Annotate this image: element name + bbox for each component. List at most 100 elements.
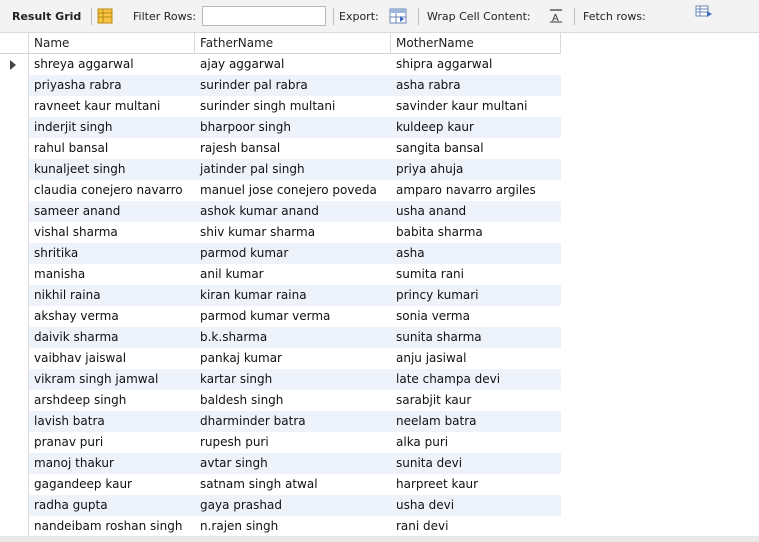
cell-name[interactable]: nikhil raina xyxy=(29,285,195,306)
row-selector[interactable] xyxy=(0,243,29,264)
table-row[interactable]: shreya aggarwal ajay aggarwal shipra aggar… xyxy=(0,54,561,75)
table-row[interactable]: nandeibam roshan singh n.rajen singh rani … xyxy=(0,516,561,537)
cell-mothername[interactable]: sonia verma xyxy=(391,306,561,327)
table-row[interactable]: kunaljeet singh jatinder pal singh priya a… xyxy=(0,159,561,180)
column-header-mothername[interactable]: MotherName xyxy=(391,33,561,54)
cell-mothername[interactable]: asha rabra xyxy=(391,75,561,96)
result-grid[interactable]: Name FatherName MotherName shreya aggarw… xyxy=(0,33,759,542)
cell-name[interactable]: akshay verma xyxy=(29,306,195,327)
row-selector[interactable] xyxy=(0,117,29,138)
cell-fathername[interactable]: surinder pal rabra xyxy=(195,75,391,96)
row-selector[interactable] xyxy=(0,306,29,327)
cell-name[interactable]: vishal sharma xyxy=(29,222,195,243)
row-selector[interactable] xyxy=(0,138,29,159)
row-selector[interactable] xyxy=(0,348,29,369)
cell-fathername[interactable]: bharpoor singh xyxy=(195,117,391,138)
cell-mothername[interactable]: alka puri xyxy=(391,432,561,453)
cell-name[interactable]: kunaljeet singh xyxy=(29,159,195,180)
row-selector[interactable] xyxy=(0,180,29,201)
filter-rows-input[interactable] xyxy=(202,6,326,26)
cell-mothername[interactable]: priya ahuja xyxy=(391,159,561,180)
table-row[interactable]: ravneet kaur multani surinder singh multa… xyxy=(0,96,561,117)
cell-name[interactable]: manisha xyxy=(29,264,195,285)
cell-mothername[interactable]: kuldeep kaur xyxy=(391,117,561,138)
cell-mothername[interactable]: amparo navarro argiles xyxy=(391,180,561,201)
table-row[interactable]: claudia conejero navarro manuel jose cone… xyxy=(0,180,561,201)
cell-fathername[interactable]: surinder singh multani xyxy=(195,96,391,117)
cell-name[interactable]: priyasha rabra xyxy=(29,75,195,96)
table-row[interactable]: priyasha rabra surinder pal rabra asha rab… xyxy=(0,75,561,96)
cell-mothername[interactable]: asha xyxy=(391,243,561,264)
cell-fathername[interactable]: rajesh bansal xyxy=(195,138,391,159)
form-editor-icon[interactable] xyxy=(97,8,113,27)
table-row[interactable]: arshdeep singh baldesh singh sarabjit kaur xyxy=(0,390,561,411)
cell-fathername[interactable]: kiran kumar raina xyxy=(195,285,391,306)
table-row[interactable]: manoj thakur avtar singh sunita devi xyxy=(0,453,561,474)
cell-fathername[interactable]: b.k.sharma xyxy=(195,327,391,348)
row-selector[interactable] xyxy=(0,285,29,306)
cell-name[interactable]: lavish batra xyxy=(29,411,195,432)
cell-mothername[interactable]: princy kumari xyxy=(391,285,561,306)
cell-mothername[interactable]: sumita rani xyxy=(391,264,561,285)
row-selector[interactable] xyxy=(0,453,29,474)
export-icon[interactable] xyxy=(389,7,407,28)
fetch-rows-icon[interactable] xyxy=(695,5,713,22)
cell-mothername[interactable]: sunita sharma xyxy=(391,327,561,348)
cell-fathername[interactable]: manuel jose conejero poveda xyxy=(195,180,391,201)
cell-fathername[interactable]: ashok kumar anand xyxy=(195,201,391,222)
cell-mothername[interactable]: sarabjit kaur xyxy=(391,390,561,411)
row-selector[interactable] xyxy=(0,264,29,285)
table-row[interactable]: vikram singh jamwal kartar singh late cham… xyxy=(0,369,561,390)
cell-fathername[interactable]: jatinder pal singh xyxy=(195,159,391,180)
cell-fathername[interactable]: baldesh singh xyxy=(195,390,391,411)
column-header-name[interactable]: Name xyxy=(29,33,195,54)
table-row[interactable]: pranav puri rupesh puri alka puri xyxy=(0,432,561,453)
cell-name[interactable]: sameer anand xyxy=(29,201,195,222)
cell-fathername[interactable]: ajay aggarwal xyxy=(195,54,391,75)
cell-fathername[interactable]: n.rajen singh xyxy=(195,516,391,537)
table-row[interactable]: gagandeep kaur satnam singh atwal harpreet… xyxy=(0,474,561,495)
cell-mothername[interactable]: shipra aggarwal xyxy=(391,54,561,75)
row-selector[interactable] xyxy=(0,327,29,348)
cell-name[interactable]: gagandeep kaur xyxy=(29,474,195,495)
row-selector[interactable] xyxy=(0,75,29,96)
cell-mothername[interactable]: neelam batra xyxy=(391,411,561,432)
cell-mothername[interactable]: babita sharma xyxy=(391,222,561,243)
table-row[interactable]: nikhil raina kiran kumar raina princy kuma… xyxy=(0,285,561,306)
row-selector[interactable] xyxy=(0,474,29,495)
cell-fathername[interactable]: kartar singh xyxy=(195,369,391,390)
row-selector[interactable] xyxy=(0,495,29,516)
cell-fathername[interactable]: gaya prashad xyxy=(195,495,391,516)
cell-mothername[interactable]: usha anand xyxy=(391,201,561,222)
row-selector[interactable] xyxy=(0,411,29,432)
cell-name[interactable]: rahul bansal xyxy=(29,138,195,159)
wrap-text-icon[interactable]: A xyxy=(549,9,563,26)
cell-name[interactable]: ravneet kaur multani xyxy=(29,96,195,117)
cell-fathername[interactable]: pankaj kumar xyxy=(195,348,391,369)
table-row[interactable]: radha gupta gaya prashad usha devi xyxy=(0,495,561,516)
row-selector[interactable] xyxy=(0,222,29,243)
table-row[interactable]: lavish batra dharminder batra neelam batra xyxy=(0,411,561,432)
cell-name[interactable]: shreya aggarwal xyxy=(29,54,195,75)
horizontal-scrollbar[interactable] xyxy=(0,536,759,542)
cell-mothername[interactable]: sangita bansal xyxy=(391,138,561,159)
row-selector[interactable] xyxy=(0,516,29,537)
table-row[interactable]: inderjit singh bharpoor singh kuldeep kaur xyxy=(0,117,561,138)
cell-fathername[interactable]: satnam singh atwal xyxy=(195,474,391,495)
table-row[interactable]: manisha anil kumar sumita rani xyxy=(0,264,561,285)
result-grid-tab[interactable]: Result Grid xyxy=(12,0,81,33)
cell-name[interactable]: daivik sharma xyxy=(29,327,195,348)
cell-fathername[interactable]: parmod kumar xyxy=(195,243,391,264)
table-row[interactable]: vishal sharma shiv kumar sharma babita sha… xyxy=(0,222,561,243)
row-selector[interactable] xyxy=(0,159,29,180)
cell-mothername[interactable]: late champa devi xyxy=(391,369,561,390)
row-selector[interactable] xyxy=(0,369,29,390)
cell-fathername[interactable]: dharminder batra xyxy=(195,411,391,432)
row-selector[interactable] xyxy=(0,54,29,75)
cell-name[interactable]: vaibhav jaiswal xyxy=(29,348,195,369)
table-row[interactable]: akshay verma parmod kumar verma sonia verm… xyxy=(0,306,561,327)
row-selector[interactable] xyxy=(0,96,29,117)
cell-mothername[interactable]: anju jasiwal xyxy=(391,348,561,369)
cell-name[interactable]: radha gupta xyxy=(29,495,195,516)
cell-name[interactable]: manoj thakur xyxy=(29,453,195,474)
